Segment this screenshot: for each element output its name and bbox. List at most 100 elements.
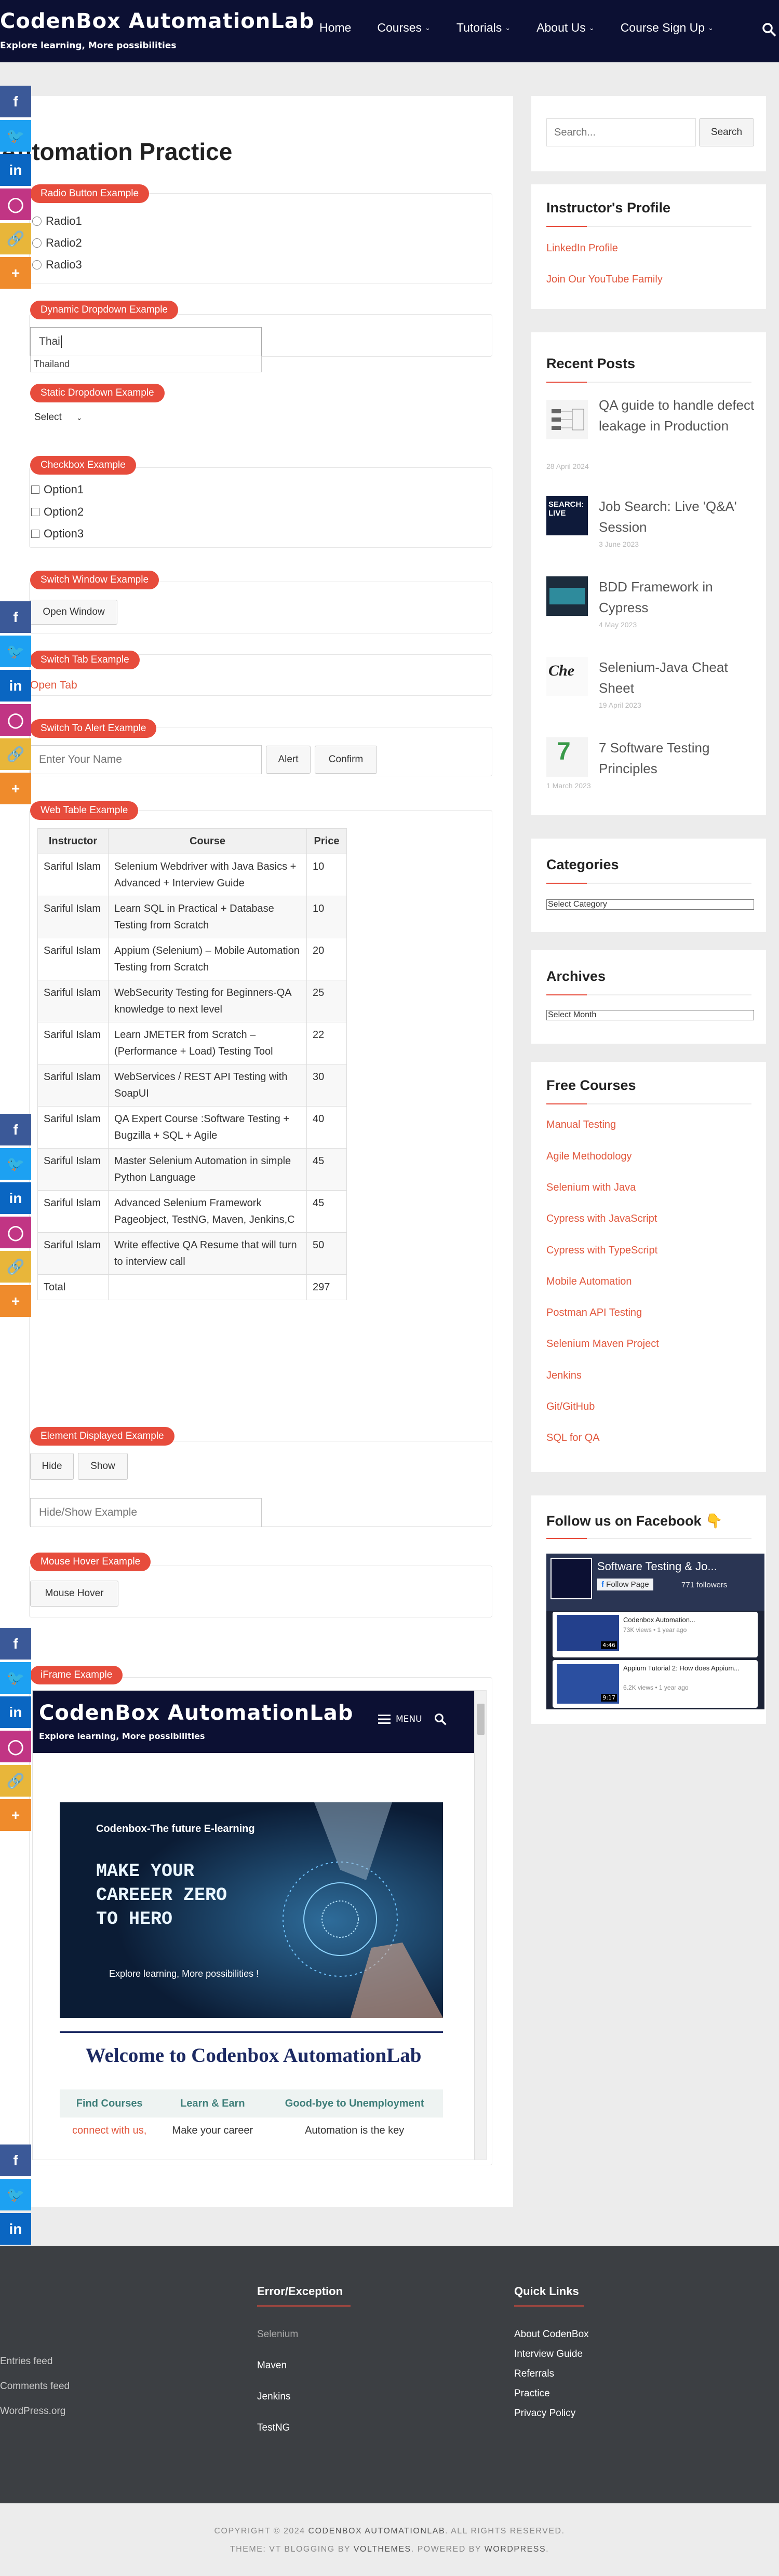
nav-course-signup[interactable]: Course Sign Up ⌄	[621, 21, 714, 35]
footer-link-privacy[interactable]: Privacy Policy	[514, 2408, 575, 2419]
facebook-page-name[interactable]: Software Testing & Jo...	[597, 1560, 717, 1573]
search-icon[interactable]	[434, 1712, 447, 1726]
confirm-button[interactable]: Confirm	[315, 746, 377, 774]
instagram-share-icon[interactable]: ◯	[0, 704, 31, 736]
recent-post-title[interactable]: 7 Software Testing Principles	[599, 737, 755, 779]
facebook-share-icon[interactable]: f	[0, 86, 31, 117]
radio-option-2[interactable]: Radio2	[32, 236, 82, 250]
recent-post-title[interactable]: Job Search: Live 'Q&A' Session	[599, 496, 755, 537]
copyright-brand-link[interactable]: CODENBOX AUTOMATIONLAB	[308, 2527, 446, 2535]
linkedin-share-icon[interactable]: in	[0, 1696, 31, 1728]
linkedin-share-icon[interactable]: in	[0, 1182, 31, 1214]
post-thumbnail[interactable]: SEARCH: LIVE	[546, 496, 588, 535]
connect-link[interactable]: connect with us,	[60, 2118, 159, 2143]
twitter-share-icon[interactable]: 🐦	[0, 636, 31, 667]
recent-post-title[interactable]: Selenium-Java Cheat Sheet	[599, 657, 755, 698]
facebook-share-icon[interactable]: f	[0, 1628, 31, 1660]
scrollbar-thumb[interactable]	[477, 1704, 485, 1735]
name-input[interactable]	[30, 745, 262, 774]
more-share-icon[interactable]: +	[0, 773, 31, 804]
free-course-link[interactable]: Agile Methodology	[546, 1151, 632, 1163]
wordpress-credit-link[interactable]: WORDPRESS	[485, 2545, 546, 2554]
more-share-icon[interactable]: +	[0, 1285, 31, 1317]
instagram-share-icon[interactable]: ◯	[0, 188, 31, 220]
free-course-link[interactable]: Cypress with TypeScript	[546, 1245, 657, 1257]
twitter-share-icon[interactable]: 🐦	[0, 1148, 31, 1180]
instagram-share-icon[interactable]: ◯	[0, 1217, 31, 1248]
archive-select[interactable]: Select Month	[546, 1010, 754, 1020]
free-course-link[interactable]: Selenium with Java	[546, 1182, 636, 1194]
facebook-share-icon[interactable]: f	[0, 1114, 31, 1145]
entries-feed-link[interactable]: Entries feed	[0, 2356, 52, 2367]
alert-button[interactable]: Alert	[266, 746, 311, 774]
radio-button[interactable]	[32, 238, 42, 248]
footer-link-jenkins[interactable]: Jenkins	[257, 2391, 290, 2403]
nav-home[interactable]: Home	[319, 21, 351, 35]
checkbox-option-2[interactable]: Option2	[31, 505, 84, 519]
free-course-link[interactable]: Jenkins	[546, 1370, 582, 1382]
post-thumbnail[interactable]	[546, 400, 588, 439]
nav-tutorials[interactable]: Tutorials ⌄	[456, 21, 511, 35]
link-share-icon[interactable]: 🔗	[0, 223, 31, 254]
radio-option-3[interactable]: Radio3	[32, 258, 82, 272]
show-button[interactable]: Show	[78, 1453, 128, 1480]
footer-link-testng[interactable]: TestNG	[257, 2422, 290, 2434]
iframe-scrollbar[interactable]	[474, 1691, 486, 2160]
more-share-icon[interactable]: +	[0, 257, 31, 289]
footer-link-about[interactable]: About CodenBox	[514, 2329, 589, 2340]
site-title[interactable]: CodenBox AutomationLab	[0, 9, 314, 33]
nav-courses[interactable]: Courses ⌄	[377, 21, 431, 35]
footer-link-referrals[interactable]: Referrals	[514, 2368, 554, 2380]
checkbox-option-3[interactable]: Option3	[31, 527, 84, 541]
mouse-hover-button[interactable]: Mouse Hover	[30, 1581, 118, 1607]
linkedin-share-icon[interactable]: in	[0, 670, 31, 702]
sidebar-search-button[interactable]: Search	[699, 118, 754, 146]
autocomplete-input[interactable]: Thai	[30, 327, 262, 356]
link-share-icon[interactable]: 🔗	[0, 738, 31, 770]
facebook-video-item[interactable]: 4:46 Codenbox Automation... 73K views • …	[553, 1612, 758, 1657]
more-share-icon[interactable]: +	[0, 1799, 31, 1831]
post-thumbnail[interactable]: 7	[546, 737, 588, 777]
checkbox[interactable]	[31, 508, 39, 516]
category-select[interactable]: Select Category	[546, 899, 754, 910]
twitter-share-icon[interactable]: 🐦	[0, 120, 31, 152]
twitter-share-icon[interactable]: 🐦	[0, 2179, 31, 2210]
comments-feed-link[interactable]: Comments feed	[0, 2381, 70, 2392]
free-course-link[interactable]: Manual Testing	[546, 1119, 616, 1131]
free-course-link[interactable]: Mobile Automation	[546, 1276, 632, 1288]
footer-link-interview[interactable]: Interview Guide	[514, 2349, 583, 2360]
twitter-share-icon[interactable]: 🐦	[0, 1662, 31, 1694]
facebook-video-item[interactable]: 9:17 Appium Tutorial 2: How does Appium.…	[553, 1660, 758, 1708]
radio-button[interactable]	[32, 217, 42, 226]
recent-post-title[interactable]: BDD Framework in Cypress	[599, 576, 755, 618]
follow-page-button[interactable]: f Follow Page	[597, 1579, 653, 1590]
iframe-site-title[interactable]: CodenBox AutomationLab	[39, 1701, 353, 1725]
free-course-link[interactable]: Cypress with JavaScript	[546, 1213, 657, 1225]
checkbox-option-1[interactable]: Option1	[31, 483, 84, 496]
footer-link-maven[interactable]: Maven	[257, 2360, 287, 2371]
open-window-button[interactable]: Open Window	[30, 600, 117, 625]
facebook-page-embed[interactable]: Software Testing & Jo... f Follow Page 7…	[546, 1554, 764, 1709]
displayed-text-input[interactable]	[30, 1498, 262, 1527]
static-dropdown[interactable]: Select ⌄	[34, 412, 83, 423]
wordpress-link[interactable]: WordPress.org	[0, 2406, 65, 2417]
free-course-link[interactable]: Postman API Testing	[546, 1307, 642, 1319]
iframe-menu-button[interactable]: MENU	[378, 1712, 447, 1726]
hide-button[interactable]: Hide	[30, 1453, 74, 1480]
facebook-share-icon[interactable]: f	[0, 2145, 31, 2176]
radio-option-1[interactable]: Radio1	[32, 214, 82, 228]
footer-link-practice[interactable]: Practice	[514, 2388, 550, 2399]
instagram-share-icon[interactable]: ◯	[0, 1731, 31, 1762]
link-share-icon[interactable]: 🔗	[0, 1251, 31, 1283]
free-course-link[interactable]: Selenium Maven Project	[546, 1338, 659, 1350]
nav-about[interactable]: About Us ⌄	[536, 21, 595, 35]
checkbox[interactable]	[31, 485, 39, 494]
post-thumbnail[interactable]: Che	[546, 657, 588, 696]
theme-author-link[interactable]: VOLTHEMES	[354, 2545, 411, 2554]
embedded-iframe[interactable]: CodenBox AutomationLab Explore learning,…	[32, 1690, 487, 2160]
free-course-link[interactable]: SQL for QA	[546, 1432, 600, 1444]
link-share-icon[interactable]: 🔗	[0, 1765, 31, 1797]
search-icon[interactable]	[761, 22, 777, 37]
youtube-link[interactable]: Join Our YouTube Family	[546, 274, 663, 286]
linkedin-share-icon[interactable]: in	[0, 2213, 31, 2245]
